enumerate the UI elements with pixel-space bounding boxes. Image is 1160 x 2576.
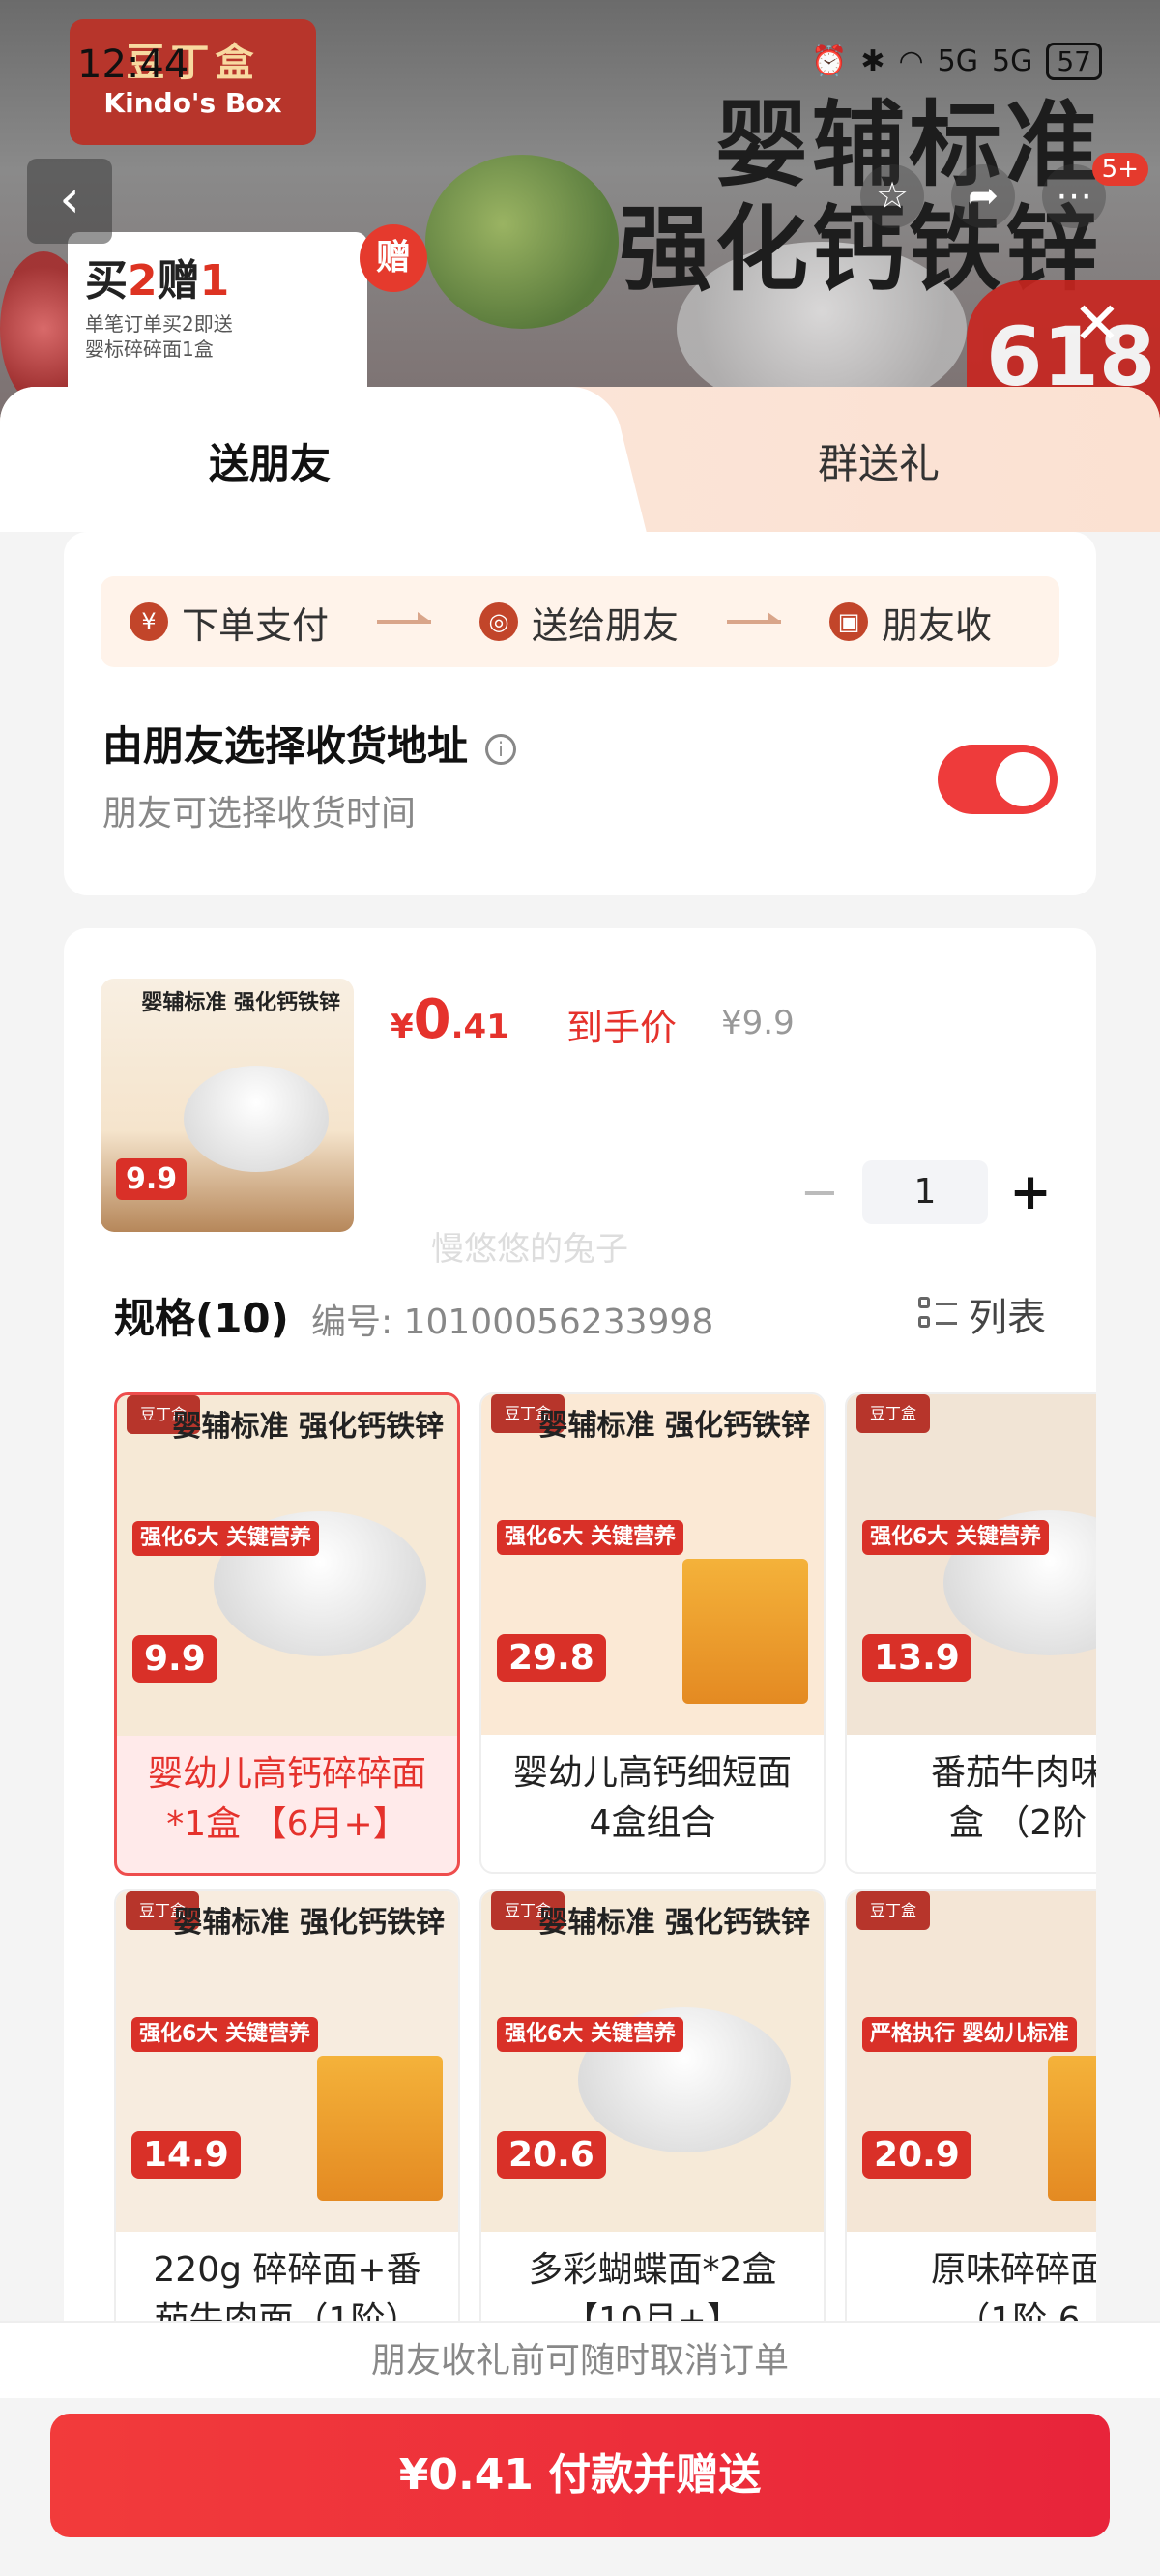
thumb-price-tag: 9.9 [116,1158,188,1200]
broccoli-image [425,155,619,329]
quantity-stepper: − 1 + [791,1160,1059,1224]
arrow-icon [377,612,432,624]
signal-label-1: 5G [937,44,979,78]
brand-logo: 豆丁盒 [856,1891,930,1930]
pay-and-gift-button[interactable]: ¥0.41 付款并赠送 [50,2414,1110,2537]
gift-sheet: 送朋友 群送礼 ¥ 下单支付 ◎ 送给朋友 ▣ 朋友收 由朋友选择收货地址 i 朋… [0,387,1160,2576]
step-receive: ▣ 朋友收 [829,596,992,649]
gift-flow-steps: ¥ 下单支付 ◎ 送给朋友 ▣ 朋友收 [101,576,1059,667]
spec-code: 编号: 10100056233998 [311,1303,714,1342]
product-thumbnail[interactable]: 婴辅标准 强化钙铁锌 9.9 [101,979,354,1232]
spec-option[interactable]: 豆丁盒 婴辅标准 强化钙铁锌 强化6大 关键营养 14.9 220g 碎碎面+番… [114,1889,460,2371]
share-icon: ➦ [968,174,999,217]
price-tag: 9.9 [132,1635,218,1683]
spec-option[interactable]: 豆丁盒 婴辅标准 强化钙铁锌 强化6大 关键营养 29.8 婴幼儿高钙细短面 4盒… [479,1392,826,1874]
tab-send-friend[interactable]: 送朋友 [209,431,331,490]
gift-badge: 赠 [360,224,427,292]
share-button[interactable]: ➦ [951,164,1015,228]
step-send: ◎ 送给朋友 [479,596,679,649]
spec-option[interactable]: 豆丁盒 强化 强化6大 关键营养 13.9 番茄牛肉味盒 （2阶 [845,1392,1096,1874]
price-tag: 20.6 [497,2131,606,2179]
gift-icon: ▣ [829,602,869,641]
arrow-icon [727,612,782,624]
original-price: ¥9.9 [721,1004,795,1042]
spec-option[interactable]: 豆丁盒 婴辅标准 强化钙铁锌 强化6大 关键营养 20.6 多彩蝴蝶面*2盒【1… [479,1889,826,2371]
friend-address-toggle[interactable] [938,745,1058,814]
yuan-icon: ¥ [130,602,168,641]
address-option-subtitle: 朋友可选择收货时间 [102,794,417,834]
address-card: ¥ 下单支付 ◎ 送给朋友 ▣ 朋友收 由朋友选择收货地址 i 朋友可选择收货时间 [64,532,1096,895]
product-card: 婴辅标准 强化钙铁锌 9.9 ¥0.41 到手价 ¥9.9 − 1 + 慢悠悠的… [64,928,1096,2379]
status-icons: ⏰ ✱ ◠ 5G 5G 57 [811,43,1102,80]
spec-title: 规格(10) [114,1295,289,1342]
close-icon: ✕ [1072,290,1121,358]
favorite-button[interactable]: ☆ [860,164,924,228]
price-tag: 20.9 [862,2131,972,2179]
watermark: 慢悠悠的兔子 [431,1230,628,1269]
battery-icon: 57 [1046,43,1102,80]
alarm-icon: ⏰ [810,44,848,78]
spec-option[interactable]: 豆丁盒 婴辅标准 强化钙铁锌 强化6大 关键营养 9.9 婴幼儿高钙碎碎面 *1盒… [114,1392,460,1876]
more-icon: ⋯ [1056,174,1092,217]
status-time: 12:44 [77,43,189,87]
tab-group-gift[interactable]: 群送礼 [818,431,940,490]
top-actions: ☆ ➦ ⋯ [860,164,1106,228]
message-count-badge: 5+ [1091,153,1148,186]
info-icon[interactable]: i [485,733,517,765]
final-price: ¥0.41 [391,988,509,1051]
price-tag: 14.9 [131,2131,241,2179]
chevron-left-icon: ‹ [59,168,80,229]
brand-logo: 豆丁盒 [856,1394,930,1433]
list-icon [918,1295,957,1333]
tab-bar: 送朋友 群送礼 [0,387,1160,532]
product-box-image [682,1559,808,1704]
final-price-label: 到手价 [566,1007,678,1049]
toggle-knob [996,752,1050,806]
spec-options-grid: 豆丁盒 婴辅标准 强化钙铁锌 强化6大 关键营养 9.9 婴幼儿高钙碎碎面 *1盒… [114,1392,1096,2379]
spec-option[interactable]: 豆丁盒 强 营 严格执行 婴幼儿标准 20.9 原味碎碎面（1阶 6 [845,1889,1096,2371]
bluetooth-icon: ✱ [860,44,885,78]
step-pay: ¥ 下单支付 [130,596,329,649]
quantity-input[interactable]: 1 [862,1160,988,1224]
product-box-image [317,2056,443,2201]
close-sheet-button[interactable]: ✕ [1073,290,1121,358]
price-tag: 13.9 [862,1634,972,1682]
back-button[interactable]: ‹ [27,159,112,244]
bowl-image [184,1066,329,1172]
product-box-image [1048,2056,1096,2201]
cancel-notice: 朋友收礼前可随时取消订单 [0,2321,1160,2398]
wechat-icon: ◎ [479,602,519,641]
price-tag: 29.8 [497,1634,606,1682]
signal-label-2: 5G [992,44,1033,78]
list-view-button[interactable]: 列表 [918,1286,1046,1342]
increase-button[interactable]: + [1001,1163,1059,1221]
star-icon: ☆ [875,174,910,217]
wifi-icon: ◠ [898,44,924,78]
address-option-title: 由朋友选择收货地址 i [102,714,517,773]
decrease-button[interactable]: − [791,1165,849,1219]
